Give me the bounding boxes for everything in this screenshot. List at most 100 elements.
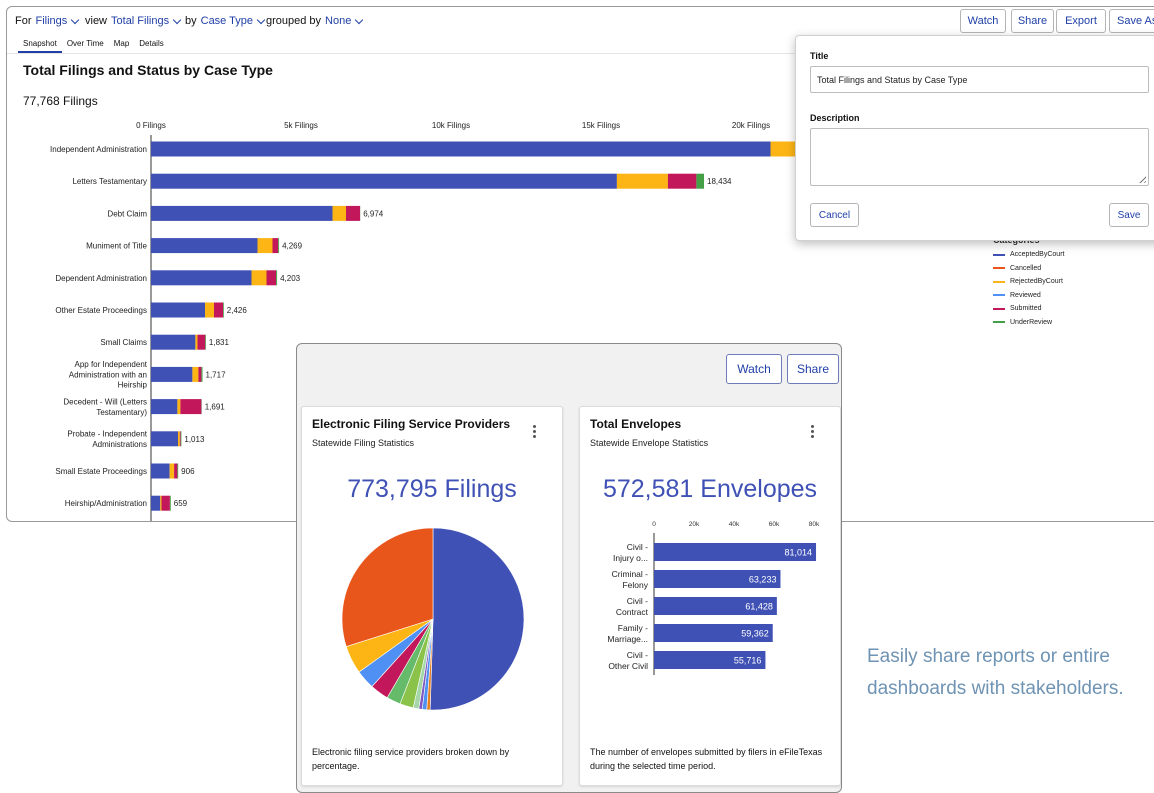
for-filter[interactable]: For Filings <box>15 15 78 27</box>
view-dropdown[interactable]: Total Filings <box>111 15 180 27</box>
x-tick-label: 60k <box>769 521 780 528</box>
dashboard-window: Watch Share Electronic Filing Service Pr… <box>296 343 842 793</box>
legend-label: UnderReview <box>1010 319 1052 326</box>
bar-total-label: 659 <box>174 499 188 508</box>
x-tick-label: 5k Filings <box>284 121 318 130</box>
x-tick-label: 20k <box>689 521 700 528</box>
view-label: view <box>85 15 107 27</box>
bar-segment <box>151 303 205 318</box>
bar-segment <box>346 206 360 221</box>
bar-total-label: 1,691 <box>205 403 226 412</box>
legend-swatch <box>993 281 1005 283</box>
legend-item: UnderReview <box>993 316 1064 330</box>
bar-total-label: 2,426 <box>227 306 248 315</box>
efsp-card-title: Electronic Filing Service Providers <box>312 417 510 431</box>
x-tick-label: 0 <box>652 521 656 528</box>
bar-segment <box>151 270 252 285</box>
envelope-category-label: Other Civil <box>608 661 648 671</box>
category-label: Letters Testamentary <box>72 177 147 186</box>
share-button[interactable]: Share <box>1011 9 1054 33</box>
efsp-card-subtitle: Statewide Filing Statistics <box>312 438 414 448</box>
x-tick-label: 80k <box>809 521 820 528</box>
grouped-label: grouped by <box>266 15 321 27</box>
more-options-icon[interactable] <box>811 425 815 438</box>
title-input[interactable]: Total Filings and Status by Case Type <box>810 66 1149 93</box>
bar-segment <box>192 367 198 382</box>
by-value: Case Type <box>201 15 253 27</box>
by-dropdown[interactable]: Case Type <box>201 15 264 27</box>
resize-handle-icon[interactable] <box>1137 174 1146 183</box>
legend-swatch <box>993 294 1005 296</box>
legend-item: Reviewed <box>993 289 1064 303</box>
legend-label: Reviewed <box>1010 292 1041 299</box>
filings-big-number: 773,795 Filings <box>302 475 562 504</box>
category-label: Probate - Independent <box>67 430 147 439</box>
pie-slice <box>430 528 524 710</box>
envelopes-card-description: The number of envelopes submitted by fil… <box>590 745 830 773</box>
bar-segment <box>258 238 273 253</box>
tab-details[interactable]: Details <box>134 37 168 53</box>
more-options-icon[interactable] <box>533 425 537 438</box>
bar-segment <box>617 174 668 189</box>
by-filter[interactable]: by Case Type <box>185 15 264 27</box>
view-filter[interactable]: view Total Filings <box>85 15 180 27</box>
save-as-button[interactable]: Save As <box>1109 9 1154 33</box>
categories-legend: Categories AcceptedByCourtCancelledRejec… <box>993 237 1064 329</box>
envelope-category-label: Injury o... <box>613 553 648 563</box>
bar-segment <box>151 367 192 382</box>
envelopes-big-number: 572,581 Envelopes <box>580 475 840 504</box>
chevron-down-icon <box>257 15 265 23</box>
tab-over-time[interactable]: Over Time <box>62 37 109 53</box>
grouped-value: None <box>325 15 351 27</box>
x-tick-label: 10k Filings <box>432 121 470 130</box>
legend-label: Submitted <box>1010 305 1042 312</box>
bar-total-label: 18,434 <box>707 177 732 186</box>
for-value: Filings <box>36 15 68 27</box>
bar-total-label: 6,974 <box>363 209 384 218</box>
bar-segment <box>170 496 171 511</box>
bar-segment <box>223 303 224 318</box>
description-textarea[interactable] <box>810 128 1149 186</box>
grouped-dropdown[interactable]: None <box>325 15 362 27</box>
bar-total-label: 1,831 <box>209 338 230 347</box>
dashboard-watch-button[interactable]: Watch <box>726 354 782 384</box>
envelope-category-label: Felony <box>622 580 648 590</box>
cancel-button[interactable]: Cancel <box>810 203 859 227</box>
envelope-value-label: 63,233 <box>749 575 777 585</box>
bar-segment <box>151 335 195 350</box>
for-dropdown[interactable]: Filings <box>36 15 79 27</box>
bar-segment <box>151 464 170 479</box>
envelope-category-label: Marriage... <box>607 634 648 644</box>
efsp-card-description: Electronic filing service providers brok… <box>312 745 552 773</box>
bar-total-label: 1,013 <box>184 435 205 444</box>
bar-segment <box>180 431 181 446</box>
bar-total-label: 1,717 <box>206 370 227 379</box>
category-label: Small Estate Proceedings <box>55 467 147 476</box>
bar-segment <box>201 367 202 382</box>
grouped-filter[interactable]: grouped by None <box>266 15 362 27</box>
legend-label: Cancelled <box>1010 265 1041 272</box>
bar-segment <box>151 142 771 157</box>
watch-button[interactable]: Watch <box>960 9 1006 33</box>
save-button[interactable]: Save <box>1109 203 1149 227</box>
filings-total: 77,768 Filings <box>23 94 98 108</box>
tab-snapshot[interactable]: Snapshot <box>18 37 62 53</box>
category-label: Muniment of Title <box>86 242 147 251</box>
bar-segment <box>205 335 206 350</box>
export-button[interactable]: Export <box>1056 9 1106 33</box>
dashboard-share-button[interactable]: Share <box>787 354 839 384</box>
category-label: Dependent Administration <box>55 274 147 283</box>
tab-map[interactable]: Map <box>109 37 135 53</box>
envelope-value-label: 61,428 <box>745 602 773 612</box>
envelope-value-label: 59,362 <box>741 629 769 639</box>
legend-items: AcceptedByCourtCancelledRejectedByCourtR… <box>993 248 1064 329</box>
legend-swatch <box>993 267 1005 269</box>
x-tick-label: 20k Filings <box>732 121 770 130</box>
category-label: Administrations <box>92 440 147 449</box>
chevron-down-icon <box>71 15 79 23</box>
legend-item: RejectedByCourt <box>993 275 1064 289</box>
report-tabs: Snapshot Over Time Map Details <box>18 37 169 53</box>
category-label: Independent Administration <box>50 145 147 154</box>
legend-swatch <box>993 308 1005 310</box>
by-label: by <box>185 15 197 27</box>
